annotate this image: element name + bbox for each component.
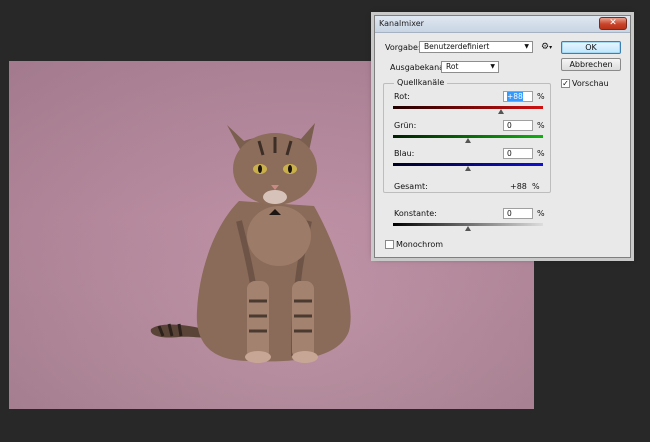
red-channel-input[interactable]: +88 [503,91,533,102]
preset-label: Vorgabe: [385,43,421,52]
ok-label: OK [585,43,597,52]
paw-left [245,351,271,363]
chevron-down-icon: ▼ [524,43,529,50]
dialog-titlebar[interactable]: Kanalmixer ✕ [375,16,630,33]
pupil-right [288,165,292,173]
constant-value: 0 [507,209,512,218]
output-channel-select[interactable]: Rot ▼ [441,61,499,73]
green-channel-thumb[interactable] [465,138,471,143]
constant-label: Konstante: [394,209,437,218]
preview-checkbox[interactable]: ✓ [561,79,570,88]
blue-channel-value: 0 [507,149,512,158]
blue-channel-unit: % [537,149,545,158]
gear-icon[interactable]: ⚙▾ [541,42,552,52]
front-leg-left [247,281,269,359]
red-channel-slider[interactable] [393,106,543,109]
red-channel-unit: % [537,92,545,101]
preset-select[interactable]: Benutzerdefiniert ▼ [419,41,533,53]
green-channel-value: 0 [507,121,512,130]
red-channel-label: Rot: [394,92,410,101]
source-channels-title: Quellkanäle [394,78,448,87]
total-label: Gesamt: [394,182,428,191]
cat-muzzle [263,190,287,204]
cancel-button[interactable]: Abbrechen [561,58,621,71]
cancel-label: Abbrechen [569,60,613,69]
close-button[interactable]: ✕ [599,17,627,30]
close-icon: ✕ [609,18,617,28]
blue-channel-thumb[interactable] [465,166,471,171]
checkmark-icon: ✓ [562,79,569,88]
channel-mixer-dialog: Kanalmixer ✕ Vorgabe: Benutzerdefiniert … [374,15,631,258]
green-channel-input[interactable]: 0 [503,120,533,131]
constant-thumb[interactable] [465,226,471,231]
preview-label: Vorschau [572,79,609,88]
total-unit: % [532,182,540,191]
dialog-title: Kanalmixer [379,19,424,28]
paw-right [292,351,318,363]
pupil-left [258,165,262,173]
constant-input[interactable]: 0 [503,208,533,219]
red-channel-value: +88 [507,92,523,101]
chevron-down-icon: ▼ [490,63,495,70]
monochrome-label: Monochrom [396,240,444,249]
front-leg-right [292,281,314,359]
output-channel-value: Rot [446,62,459,71]
ok-button[interactable]: OK [561,41,621,54]
preset-value: Benutzerdefiniert [424,42,490,51]
green-channel-label: Grün: [394,121,417,130]
monochrome-checkbox[interactable] [385,240,394,249]
green-channel-unit: % [537,121,545,130]
total-value: +88 [510,182,527,191]
red-channel-thumb[interactable] [498,109,504,114]
constant-unit: % [537,209,545,218]
blue-channel-label: Blau: [394,149,415,158]
blue-channel-input[interactable]: 0 [503,148,533,159]
